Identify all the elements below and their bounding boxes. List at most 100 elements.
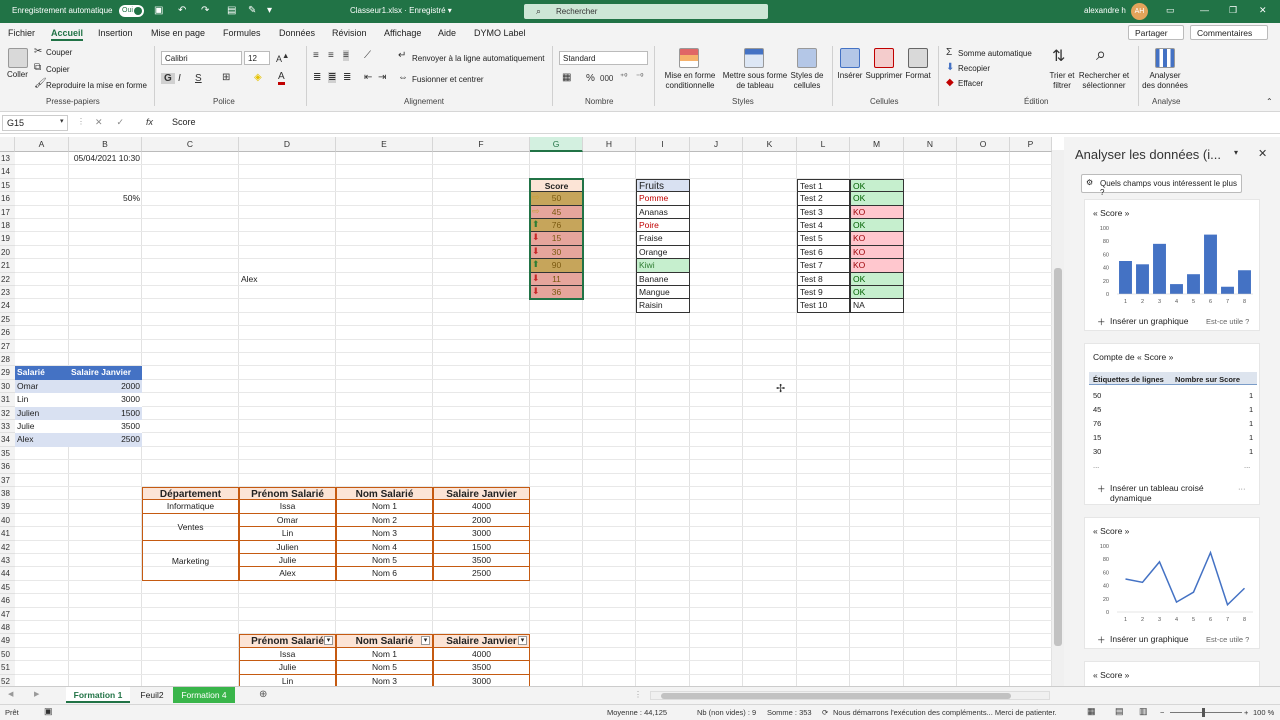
column-header[interactable]: M xyxy=(850,137,904,152)
row-header[interactable]: 22 xyxy=(0,272,15,286)
table-header[interactable]: Salaire Janvier xyxy=(69,366,142,380)
row-header[interactable]: 21 xyxy=(0,259,15,273)
row-header[interactable]: 38 xyxy=(0,487,15,501)
indent-decrease-icon[interactable]: ⇤ xyxy=(364,72,372,83)
formula-buttons[interactable]: ✕✓ xyxy=(95,117,138,128)
page-layout-icon[interactable]: ▤ xyxy=(1115,706,1124,717)
format-cells-button[interactable]: Format xyxy=(903,71,933,81)
test-label-cell[interactable]: Test 3 xyxy=(797,205,850,219)
dept-cell[interactable]: Marketing xyxy=(142,540,239,581)
status-sum[interactable]: Somme : 353 xyxy=(767,708,812,717)
filter-table-cell[interactable]: Lin xyxy=(239,674,336,686)
format-cells-icon[interactable] xyxy=(908,48,928,68)
number-format-select[interactable]: Standard xyxy=(559,51,648,65)
row-header[interactable]: 50 xyxy=(0,647,15,662)
format-as-table-icon[interactable] xyxy=(744,48,764,68)
cell-b16[interactable]: 50% xyxy=(69,192,142,205)
underline-button[interactable]: S xyxy=(195,73,202,84)
column-header[interactable]: E xyxy=(336,137,433,152)
dept-table-cell[interactable]: Nom 6 xyxy=(336,567,433,581)
row-header[interactable]: 36 xyxy=(0,460,15,474)
row-header[interactable]: 48 xyxy=(0,621,15,635)
dept-table-cell[interactable]: 2500 xyxy=(433,567,530,581)
row-header[interactable]: 41 xyxy=(0,527,15,541)
align-top-icon[interactable]: ≡ xyxy=(313,50,319,61)
increase-decimal-icon[interactable]: ⁺⁰ xyxy=(620,72,627,81)
wrap-text-icon[interactable]: ↵ xyxy=(398,50,406,61)
table-cell[interactable]: Lin xyxy=(15,393,69,407)
zoom-thumb[interactable] xyxy=(1202,708,1205,717)
fruit-cell[interactable]: Mangue xyxy=(636,286,690,300)
horizontal-scrollbar[interactable] xyxy=(650,691,1050,700)
fruit-cell[interactable]: Orange xyxy=(636,245,690,260)
table-cell[interactable]: 2500 xyxy=(69,433,142,447)
collapse-ribbon-icon[interactable]: ⌃ xyxy=(1266,97,1273,106)
redo-icon[interactable]: ↷ xyxy=(201,5,209,16)
indent-increase-icon[interactable]: ⇥ xyxy=(378,72,386,83)
cut-button[interactable]: Couper xyxy=(46,48,72,57)
avatar[interactable]: AH xyxy=(1131,3,1148,20)
fields-question-button[interactable]: ⚙ Quels champs vous intéressent le plus ? xyxy=(1081,174,1242,197)
fruit-cell[interactable]: Raisin xyxy=(636,299,690,313)
filter-table-cell[interactable]: Nom 1 xyxy=(336,647,433,662)
fruit-cell[interactable]: Fraise xyxy=(636,232,690,246)
user-name[interactable]: alexandre h xyxy=(1084,6,1126,15)
dept-table-header[interactable]: Département xyxy=(142,487,239,501)
test-label-cell[interactable]: Test 6 xyxy=(797,245,850,260)
row-header[interactable]: 46 xyxy=(0,594,15,608)
column-header[interactable]: C xyxy=(142,137,239,152)
macro-record-icon[interactable]: ▣ xyxy=(44,706,53,717)
dept-table-cell[interactable]: Nom 3 xyxy=(336,527,433,541)
insert-chart-link[interactable]: Insérer un graphique xyxy=(1110,634,1188,644)
restore-icon[interactable]: ❐ xyxy=(1229,5,1237,16)
pane-options-icon[interactable]: ▾ xyxy=(1234,148,1238,157)
dept-table-cell[interactable]: 2000 xyxy=(433,513,530,528)
row-header[interactable]: 23 xyxy=(0,286,15,300)
test-status-cell[interactable]: KO xyxy=(850,232,904,246)
dept-table-cell[interactable]: Issa xyxy=(239,500,336,514)
row-header[interactable]: 28 xyxy=(0,353,15,367)
delete-cells-button[interactable]: Supprimer xyxy=(863,71,905,81)
column-header[interactable]: G xyxy=(530,137,583,152)
tab-affichage[interactable]: Affichage xyxy=(384,28,421,38)
filter-table-cell[interactable]: Julie xyxy=(239,661,336,675)
customize-icon[interactable]: ▾ xyxy=(267,5,272,16)
font-name-select[interactable]: Calibri xyxy=(161,51,242,65)
row-header[interactable]: 33 xyxy=(0,420,15,434)
insert-pivot-link[interactable]: Insérer un tableau croisé dynamique xyxy=(1110,483,1220,503)
filter-table-header[interactable]: Salaire Janvier xyxy=(433,634,530,648)
test-label-cell[interactable]: Test 4 xyxy=(797,219,850,233)
copy-button[interactable]: Copier xyxy=(46,65,70,74)
name-box[interactable]: G15 xyxy=(2,115,68,131)
tab-insertion[interactable]: Insertion xyxy=(98,28,133,38)
test-label-cell[interactable]: Test 10 xyxy=(797,299,850,313)
column-header[interactable]: I xyxy=(636,137,690,152)
autosave-toggle[interactable]: Oui xyxy=(119,5,144,17)
align-bottom-icon[interactable]: ≡ xyxy=(343,50,349,61)
row-header[interactable]: 35 xyxy=(0,446,15,461)
test-status-cell[interactable]: OK xyxy=(850,192,904,206)
grow-font-icon[interactable]: A▲ xyxy=(276,51,289,64)
column-header[interactable]: L xyxy=(797,137,850,152)
row-header[interactable]: 17 xyxy=(0,205,15,219)
font-size-select[interactable]: 12 xyxy=(244,51,270,65)
row-header[interactable]: 39 xyxy=(0,500,15,514)
filter-table-cell[interactable]: Nom 3 xyxy=(336,674,433,686)
filter-dropdown-icon[interactable]: ▾ xyxy=(324,636,333,646)
formula-input[interactable]: Score xyxy=(172,117,196,127)
dept-cell[interactable]: Ventes xyxy=(142,513,239,541)
table-cell[interactable]: 3000 xyxy=(69,393,142,407)
zoom-in-icon[interactable]: + xyxy=(1244,708,1248,717)
name-box-dropdown-icon[interactable]: ▾ xyxy=(60,117,64,125)
paste-button[interactable]: Coller xyxy=(7,70,28,79)
dept-table-cell[interactable]: Nom 4 xyxy=(336,540,433,554)
row-header[interactable]: 51 xyxy=(0,661,15,675)
align-center-icon[interactable]: ≣ xyxy=(328,72,337,83)
add-chart-icon[interactable]: ＋ xyxy=(1097,634,1106,646)
column-header[interactable]: P xyxy=(1010,137,1052,152)
sheet-tab-formation-4[interactable]: Formation 4 xyxy=(173,687,235,703)
filter-table-header[interactable]: Nom Salarié xyxy=(336,634,433,648)
dept-table-cell[interactable]: 3000 xyxy=(433,527,530,541)
sort-filter-button[interactable]: Trier et filtrer xyxy=(1044,71,1080,91)
dept-table-header[interactable]: Nom Salarié xyxy=(336,487,433,501)
